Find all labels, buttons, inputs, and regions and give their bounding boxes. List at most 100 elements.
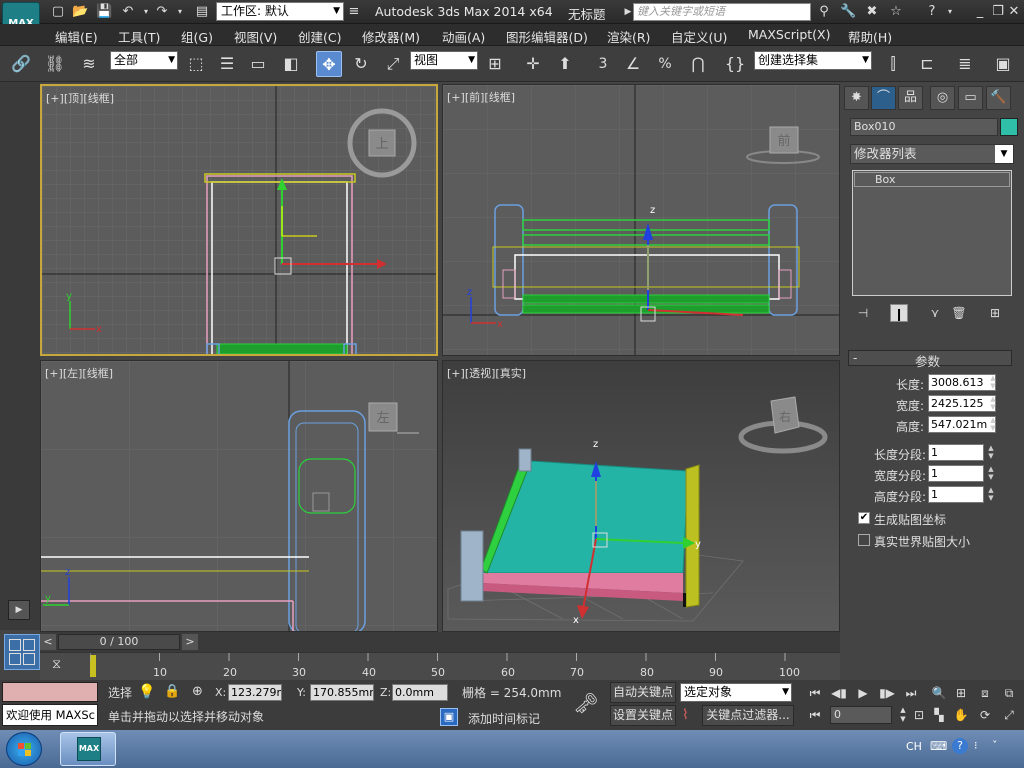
viewport-menu[interactable]: [+] — [45, 367, 63, 380]
render-icon[interactable]: ▣ — [990, 51, 1016, 77]
menu-tools[interactable]: 工具(T) — [118, 27, 160, 46]
viewport-shading[interactable]: [真实] — [495, 367, 526, 380]
spinner-arrows-icon[interactable]: ▲ ▼ — [988, 374, 998, 391]
open-file-icon[interactable]: 📂 — [72, 4, 88, 20]
make-unique-icon[interactable]: ⋎ — [926, 304, 944, 322]
redo-dropdown-icon[interactable]: ▾ — [172, 4, 188, 20]
viewport-layout-icon[interactable] — [4, 634, 40, 670]
previous-frame-icon[interactable]: ◀▮ — [830, 684, 848, 702]
restore-icon[interactable]: ❐ — [990, 4, 1006, 20]
object-color-swatch[interactable] — [1000, 118, 1018, 136]
menu-customize[interactable]: 自定义(U) — [671, 27, 727, 46]
select-and-move-icon[interactable]: ✥ — [316, 51, 342, 77]
orbit-icon[interactable]: ⟳ — [976, 706, 994, 724]
pan-view-icon[interactable]: ✋ — [952, 706, 970, 724]
percent-snap-icon[interactable]: % — [652, 51, 678, 77]
spinner-arrows-icon[interactable]: ▲ ▼ — [988, 416, 998, 433]
stack-item-box[interactable]: Box — [854, 172, 1010, 187]
track-bar[interactable]: ⧖ 10 20 30 40 50 60 70 80 90 100 — [40, 652, 840, 680]
viewport-label-perspective[interactable]: [+][透视][真实] — [447, 365, 526, 381]
viewport-point-of-view[interactable]: [前] — [465, 91, 485, 104]
modifier-stack[interactable]: Box — [852, 170, 1012, 296]
viewport-point-of-view[interactable]: [顶] — [64, 92, 84, 105]
spinner-arrows-icon[interactable]: ▲ ▼ — [986, 444, 996, 461]
modify-tab-icon[interactable]: ⌒ — [871, 86, 896, 110]
parameters-rollout-header[interactable]: - 参数 — [848, 350, 1012, 369]
gen-mapping-checkbox[interactable]: ✔ — [858, 512, 870, 524]
y-coord-field[interactable]: 170.855mm — [310, 684, 374, 701]
mirror-icon[interactable]: ⫿ — [880, 51, 906, 77]
select-by-name-icon[interactable]: ☰ — [214, 51, 240, 77]
key-mode-toggle-icon[interactable]: ⏮ — [806, 706, 824, 724]
close-icon[interactable]: ✕ — [1006, 4, 1022, 20]
menu-group[interactable]: 组(G) — [181, 27, 213, 46]
z-coord-field[interactable]: 0.0mm — [392, 684, 448, 701]
favorites-star-icon[interactable]: ☆ — [888, 4, 904, 20]
modifier-list-dropdown[interactable]: 修改器列表 ▼ — [850, 144, 1014, 164]
viewport-shading[interactable]: [线框] — [484, 91, 515, 104]
zoom-extents-icon[interactable]: ⧈ — [976, 684, 994, 702]
zoom-extents-all-icon[interactable]: ⧉ — [1000, 684, 1018, 702]
workspace-dropdown[interactable]: 工作区: 默认 ▼ — [216, 2, 344, 21]
select-and-scale-icon[interactable]: ⤢ — [380, 51, 406, 77]
tray-expand-icon[interactable]: ˇ — [992, 739, 998, 752]
field-of-view-icon[interactable]: ▚ — [930, 706, 948, 724]
help-dropdown-icon[interactable]: ▾ — [942, 4, 958, 20]
pin-stack-icon[interactable]: ⊣ — [854, 304, 872, 322]
menu-create[interactable]: 创建(C) — [298, 27, 341, 46]
selection-filter-dropdown[interactable]: 全部 ▼ — [110, 51, 178, 70]
snaps-toggle-icon[interactable]: 3 — [590, 51, 616, 77]
select-manipulate-icon[interactable]: ✛ — [520, 51, 546, 77]
length-segs-spinner[interactable]: 1 — [928, 444, 984, 461]
spinner-snap-icon[interactable]: ⋂ — [685, 51, 711, 77]
key-filters-button[interactable]: 关键点过滤器... — [702, 705, 794, 726]
keyboard-icon[interactable]: ⌨ — [930, 739, 947, 753]
menu-animation[interactable]: 动画(A) — [442, 27, 485, 46]
time-next-button[interactable]: > — [182, 634, 198, 650]
auto-key-button[interactable]: 自动关键点 — [610, 682, 676, 703]
new-file-icon[interactable]: ▢ — [50, 4, 66, 20]
viewport-shading[interactable]: [线框] — [83, 92, 114, 105]
communication-center-icon[interactable]: ✖ — [864, 4, 880, 20]
menu-maxscript[interactable]: MAXScript(X) — [748, 27, 830, 42]
time-configuration-icon[interactable]: ⊡ — [910, 706, 928, 724]
set-key-mode-key-icon[interactable]: 🗝 — [566, 682, 606, 726]
hierarchy-tab-icon[interactable]: 品 — [898, 86, 923, 110]
binoculars-icon[interactable]: ⚲ — [816, 4, 832, 20]
window-crossing-icon[interactable]: ◧ — [278, 51, 304, 77]
maximize-viewport-icon[interactable]: ⤢ — [1000, 706, 1018, 724]
keyboard-shortcut-override-icon[interactable]: ⬆ — [552, 51, 578, 77]
show-end-result-icon[interactable]: ❙ — [890, 304, 908, 322]
menu-graph-editors[interactable]: 图形编辑器(D) — [506, 27, 588, 46]
reference-coordinate-dropdown[interactable]: 视图 ▼ — [410, 51, 478, 70]
viewport-label-top[interactable]: [+][顶][线框] — [46, 90, 114, 106]
time-prev-button[interactable]: < — [40, 634, 56, 650]
named-selection-set-dropdown[interactable]: 创建选择集 ▼ — [754, 51, 872, 70]
menu-views[interactable]: 视图(V) — [234, 27, 277, 46]
motion-tab-icon[interactable]: ◎ — [930, 86, 955, 110]
language-indicator[interactable]: CH — [906, 740, 922, 753]
current-frame-field[interactable]: 0 — [830, 706, 892, 724]
spinner-arrows-icon[interactable]: ▲ ▼ — [986, 486, 996, 503]
project-folder-icon[interactable]: ▤ — [194, 4, 210, 20]
save-icon[interactable]: 💾 — [96, 4, 112, 20]
viewport-point-of-view[interactable]: [左] — [63, 367, 83, 380]
workspace-menu-icon[interactable]: ≡ — [346, 4, 362, 20]
go-to-end-icon[interactable]: ⏭ — [902, 684, 920, 702]
start-button[interactable] — [6, 732, 42, 766]
display-tab-icon[interactable]: ▭ — [958, 86, 983, 110]
zoom-icon[interactable]: 🔍 — [930, 684, 948, 702]
time-slider[interactable]: 0 / 100 — [58, 634, 180, 650]
viewport-menu[interactable]: [+] — [447, 91, 465, 104]
maxscript-listener-white[interactable]: 欢迎使用 MAXSc — [2, 704, 98, 726]
viewport-menu[interactable]: [+] — [447, 367, 465, 380]
time-tag-icon[interactable]: ▣ — [440, 708, 458, 726]
menu-help[interactable]: 帮助(H) — [848, 27, 892, 46]
spinner-arrows-icon[interactable]: ▲ ▼ — [988, 395, 998, 412]
menu-modifiers[interactable]: 修改器(M) — [362, 27, 420, 46]
unlink-icon[interactable]: ⛓ — [42, 51, 68, 77]
configure-modifier-sets-icon[interactable]: ⊞ — [986, 304, 1004, 322]
maxscript-listener-pink[interactable] — [2, 682, 98, 702]
angle-snap-icon[interactable]: ∠ — [620, 51, 646, 77]
object-name-field[interactable]: Box010 — [850, 118, 998, 136]
